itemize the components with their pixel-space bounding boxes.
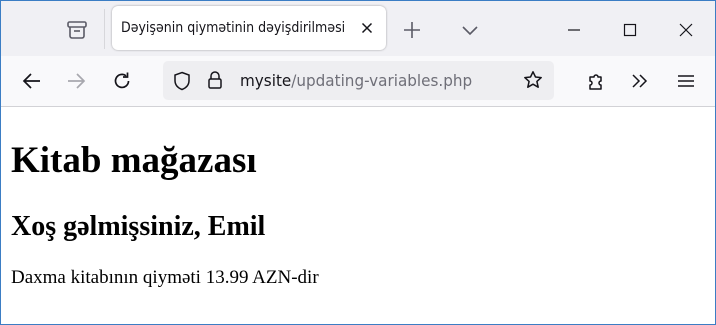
tab-separator bbox=[104, 9, 105, 49]
back-arrow-icon bbox=[22, 73, 40, 89]
new-tab-button[interactable] bbox=[399, 17, 425, 43]
star-icon[interactable] bbox=[523, 70, 543, 90]
reload-icon bbox=[114, 72, 130, 89]
maximize-button[interactable] bbox=[617, 17, 643, 43]
shield-icon[interactable] bbox=[173, 71, 191, 91]
plus-icon bbox=[404, 22, 420, 38]
minimize-button[interactable] bbox=[561, 17, 587, 43]
chevron-down-icon bbox=[462, 26, 478, 36]
close-icon bbox=[361, 22, 373, 34]
puzzle-icon bbox=[589, 74, 602, 90]
double-chevron-icon bbox=[632, 74, 648, 88]
overflow-menu-button[interactable] bbox=[627, 68, 653, 94]
reload-button[interactable] bbox=[109, 68, 135, 94]
welcome-heading: Xoş gəlmişsiniz, Emil bbox=[11, 211, 266, 242]
close-icon bbox=[679, 23, 693, 37]
page-heading: Kitab mağazası bbox=[11, 140, 257, 181]
address-bar[interactable]: mysite/updating-variables.php bbox=[163, 61, 554, 100]
tab-overview-button[interactable] bbox=[57, 13, 97, 47]
forward-arrow-icon bbox=[68, 73, 86, 89]
list-all-tabs-button[interactable] bbox=[457, 17, 483, 43]
lock-icon[interactable] bbox=[207, 70, 223, 90]
tab-close-button[interactable] bbox=[357, 18, 377, 38]
tab-bar: Dəyişənin qiymətinin dəyişdirilməsi bbox=[1, 1, 715, 56]
tab-overview-icon bbox=[67, 21, 87, 39]
window-close-button[interactable] bbox=[673, 17, 699, 43]
url-host: mysite bbox=[240, 71, 292, 90]
url-path: /updating-variables.php bbox=[291, 71, 473, 90]
extensions-button[interactable] bbox=[583, 68, 609, 94]
forward-button[interactable] bbox=[63, 68, 89, 94]
back-button[interactable] bbox=[19, 68, 45, 94]
navigation-toolbar: mysite/updating-variables.php bbox=[1, 56, 715, 107]
hamburger-icon bbox=[678, 75, 694, 87]
url-text[interactable]: mysite/updating-variables.php bbox=[240, 71, 472, 90]
maximize-icon bbox=[623, 23, 637, 37]
browser-window: Dəyişənin qiymətinin dəyişdirilməsi mysi… bbox=[0, 0, 716, 325]
minimize-icon bbox=[568, 29, 580, 31]
active-tab[interactable]: Dəyişənin qiymətinin dəyişdirilməsi bbox=[112, 6, 386, 50]
app-menu-button[interactable] bbox=[673, 68, 699, 94]
tab-title: Dəyişənin qiymətinin dəyişdirilməsi bbox=[121, 20, 346, 36]
price-text: Daxma kitabının qiyməti 13.99 AZN-dir bbox=[11, 267, 319, 288]
